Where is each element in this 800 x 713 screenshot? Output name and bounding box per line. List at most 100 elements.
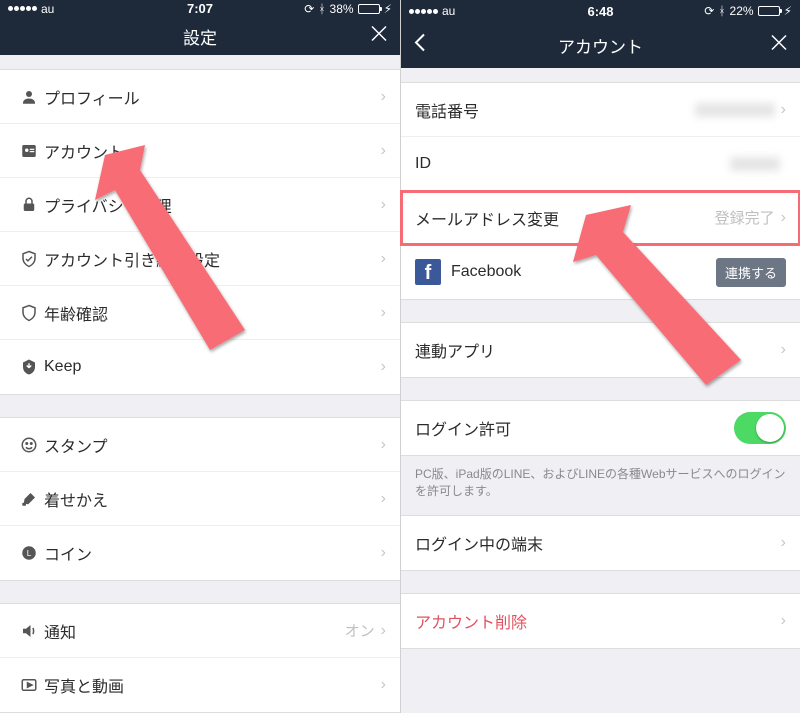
account-header: アカウント [401,22,800,68]
row-label: 通知 [44,619,345,643]
coin-icon: L [14,544,44,562]
phone-value-redacted [695,103,775,117]
charging-icon: ⚡︎ [384,2,392,16]
chevron-right-icon: › [781,534,786,552]
row-label: プロフィール [44,85,381,109]
charging-icon: ⚡︎ [784,4,792,18]
row-label: 着せかえ [44,487,381,511]
media-icon [14,676,44,694]
row-sub: オン [345,620,375,641]
row-label: ID [415,155,730,173]
row-coin[interactable]: L コイン › [0,526,400,580]
row-label: スタンプ [44,433,381,457]
chevron-right-icon: › [381,88,386,106]
link-facebook-button[interactable]: 連携する [716,258,786,287]
smile-icon [14,436,44,454]
login-allow-desc: PC版、iPad版のLINE、およびLINEの各種Webサービスへのログインを許… [401,456,800,515]
settings-group-1: プロフィール › アカウント › プライバシー管理 › アカウント引き継ぎ設定 … [0,69,400,395]
bluetooth-icon: ᚼ [718,4,725,18]
chevron-right-icon: › [381,142,386,160]
row-label: メールアドレス変更 [415,206,715,230]
account-group-5: アカウント削除 › [401,593,800,649]
chevron-right-icon: › [381,436,386,454]
brush-icon [14,490,44,508]
row-label: 年齢確認 [44,301,381,325]
id-card-icon [14,142,44,160]
close-button[interactable] [370,25,388,48]
row-themes[interactable]: 着せかえ › [0,472,400,526]
header-title: アカウント [558,33,643,58]
settings-header: 設定 [0,18,400,55]
row-stamps[interactable]: スタンプ › [0,418,400,472]
chevron-right-icon: › [781,209,786,227]
account-group-1: 電話番号 › ID メールアドレス変更 登録完了 › f Facebook 連携… [401,82,800,300]
account-group-4: ログイン中の端末 › [401,515,800,571]
chevron-right-icon: › [381,622,386,640]
row-phone[interactable]: 電話番号 › [401,83,800,137]
row-sub: 登録完了 [715,207,775,228]
close-button[interactable] [770,34,788,57]
chevron-right-icon: › [381,196,386,214]
row-id[interactable]: ID [401,137,800,191]
row-privacy[interactable]: プライバシー管理 › [0,178,400,232]
status-bar: au 7:07 ⟳ ᚼ 38% ⚡︎ [0,0,400,18]
check-shield-icon [14,250,44,268]
svg-text:L: L [27,549,32,558]
facebook-icon: f [415,259,441,285]
row-account[interactable]: アカウント › [0,124,400,178]
row-keep[interactable]: Keep › [0,340,400,394]
row-login-allow[interactable]: ログイン許可 [401,401,800,455]
carrier-label: au [442,4,455,18]
row-label: 連動アプリ [415,338,781,362]
person-icon [14,88,44,106]
chevron-right-icon: › [781,612,786,630]
signal-icon [8,6,37,11]
time-label: 7:07 [187,1,213,16]
row-profile[interactable]: プロフィール › [0,70,400,124]
battery-pct: 22% [730,4,754,18]
status-bar: au 6:48 ⟳ ᚼ 22% ⚡︎ [401,0,800,22]
battery-pct: 38% [330,2,354,16]
row-label: Keep [44,358,381,376]
refresh-icon: ⟳ [704,4,714,18]
row-label: 電話番号 [415,98,695,122]
carrier-label: au [41,2,54,16]
download-icon [14,358,44,376]
chevron-right-icon: › [381,358,386,376]
row-notify[interactable]: 通知 オン › [0,604,400,658]
row-label: アカウント削除 [415,609,781,633]
settings-group-3: 通知 オン › 写真と動画 › [0,603,400,713]
chevron-right-icon: › [381,250,386,268]
refresh-icon: ⟳ [304,2,314,16]
back-button[interactable] [413,33,427,58]
battery-icon [758,6,780,16]
bluetooth-icon: ᚼ [318,2,325,16]
row-linked-apps[interactable]: 連動アプリ › [401,323,800,377]
login-allow-toggle[interactable] [734,412,786,444]
chevron-right-icon: › [781,341,786,359]
row-label: コイン [44,541,381,565]
signal-icon [409,9,438,14]
account-group-2: 連動アプリ › [401,322,800,378]
speaker-icon [14,622,44,640]
id-value-redacted [730,157,780,171]
chevron-right-icon: › [381,490,386,508]
row-age[interactable]: 年齢確認 › [0,286,400,340]
chevron-right-icon: › [381,544,386,562]
time-label: 6:48 [587,4,613,19]
row-delete-account[interactable]: アカウント削除 › [401,594,800,648]
settings-pane: au 7:07 ⟳ ᚼ 38% ⚡︎ 設定 プロフィール › アカウント › プ [0,0,400,713]
row-logged-devices[interactable]: ログイン中の端末 › [401,516,800,570]
row-label: 写真と動画 [44,673,381,697]
account-pane: au 6:48 ⟳ ᚼ 22% ⚡︎ アカウント 電話番号 › ID メ [400,0,800,713]
battery-icon [358,4,380,14]
row-transfer[interactable]: アカウント引き継ぎ設定 › [0,232,400,286]
row-label: ログイン中の端末 [415,531,781,555]
row-label: プライバシー管理 [44,193,381,217]
row-facebook[interactable]: f Facebook 連携する [401,245,800,299]
row-media[interactable]: 写真と動画 › [0,658,400,712]
account-group-3: ログイン許可 [401,400,800,456]
row-label: アカウント [44,139,381,163]
row-label: Facebook [451,263,716,281]
row-email[interactable]: メールアドレス変更 登録完了 › [401,191,800,245]
